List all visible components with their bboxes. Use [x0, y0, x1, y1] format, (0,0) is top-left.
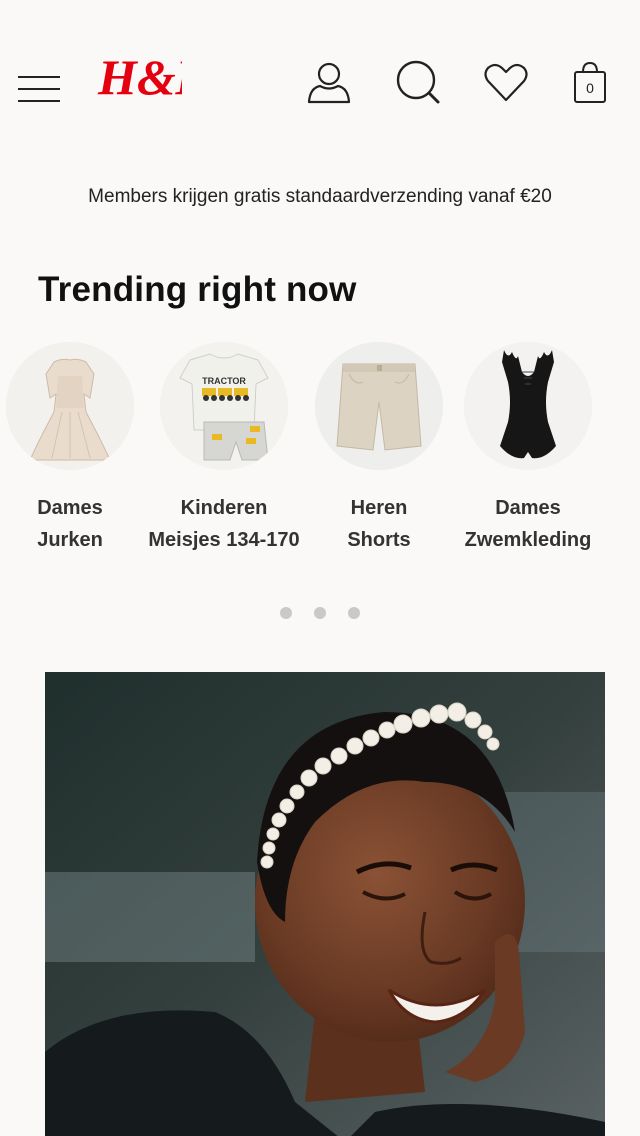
bag-icon[interactable]: 0	[566, 58, 616, 108]
category-item-heren-shorts[interactable]: Heren Shorts	[294, 342, 464, 556]
trending-title: Trending right now	[38, 270, 357, 309]
favorites-icon[interactable]	[481, 58, 531, 108]
category-item-kinderen-meisjes[interactable]: TRACTOR Kinderen Meisjes 134-170	[139, 342, 309, 556]
category-item-dames-zwemkleding[interactable]: Dames Zwemkleding	[443, 342, 613, 556]
dress-image	[6, 342, 134, 470]
category-label: Dames Zwemkleding	[464, 497, 592, 551]
category-label: Heren Shorts	[347, 497, 411, 551]
hero-banner-image[interactable]	[45, 672, 605, 1136]
trending-carousel[interactable]: Dames Jurken TRACTOR Kinderen Meisjes 13…	[0, 342, 640, 562]
category-item-dames-jurken[interactable]: Dames Jurken	[0, 342, 155, 556]
hm-logo[interactable]: H&M	[96, 48, 222, 106]
shorts-image	[315, 342, 443, 470]
page: H&M 0 Me	[0, 0, 640, 1136]
carousel-pagination	[0, 606, 640, 622]
category-label: Kinderen Meisjes 134-170	[148, 497, 300, 551]
swimsuit-image	[464, 342, 592, 470]
search-icon[interactable]	[394, 58, 444, 108]
bag-count: 0	[586, 80, 594, 96]
header: H&M 0	[0, 0, 640, 150]
pagination-dot-3[interactable]	[348, 607, 361, 619]
kids-tshirt-image: TRACTOR	[160, 342, 288, 470]
promo-banner[interactable]: Members krijgen gratis standaardverzendi…	[0, 186, 640, 208]
category-label: Dames Jurken	[37, 497, 103, 551]
menu-icon[interactable]	[18, 70, 62, 106]
pagination-dot-2[interactable]	[314, 607, 326, 619]
tshirt-print-text: TRACTOR	[202, 376, 246, 386]
logo-text: H&M	[97, 49, 182, 105]
pagination-dot-1[interactable]	[279, 607, 292, 619]
account-icon[interactable]	[304, 58, 354, 108]
